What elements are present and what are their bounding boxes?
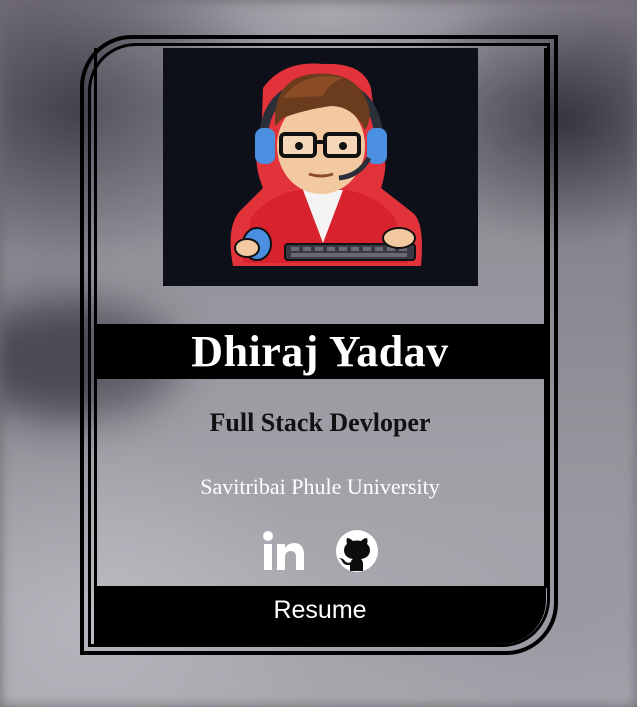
gamer-avatar-illustration xyxy=(230,63,422,266)
profile-university: Savitribai Phule University xyxy=(200,474,440,499)
profile-name: Dhiraj Yadav xyxy=(191,327,449,376)
name-bar: Dhiraj Yadav xyxy=(94,324,546,379)
profile-role: Full Stack Devloper xyxy=(209,408,431,437)
card-left-border xyxy=(94,48,97,588)
resume-button[interactable]: Resume xyxy=(94,586,546,644)
avatar-image xyxy=(163,48,478,286)
card-right-border xyxy=(544,48,547,588)
social-links xyxy=(260,526,380,576)
github-icon[interactable] xyxy=(334,528,380,574)
resume-label: Resume xyxy=(273,596,367,624)
linkedin-icon[interactable] xyxy=(260,528,306,574)
